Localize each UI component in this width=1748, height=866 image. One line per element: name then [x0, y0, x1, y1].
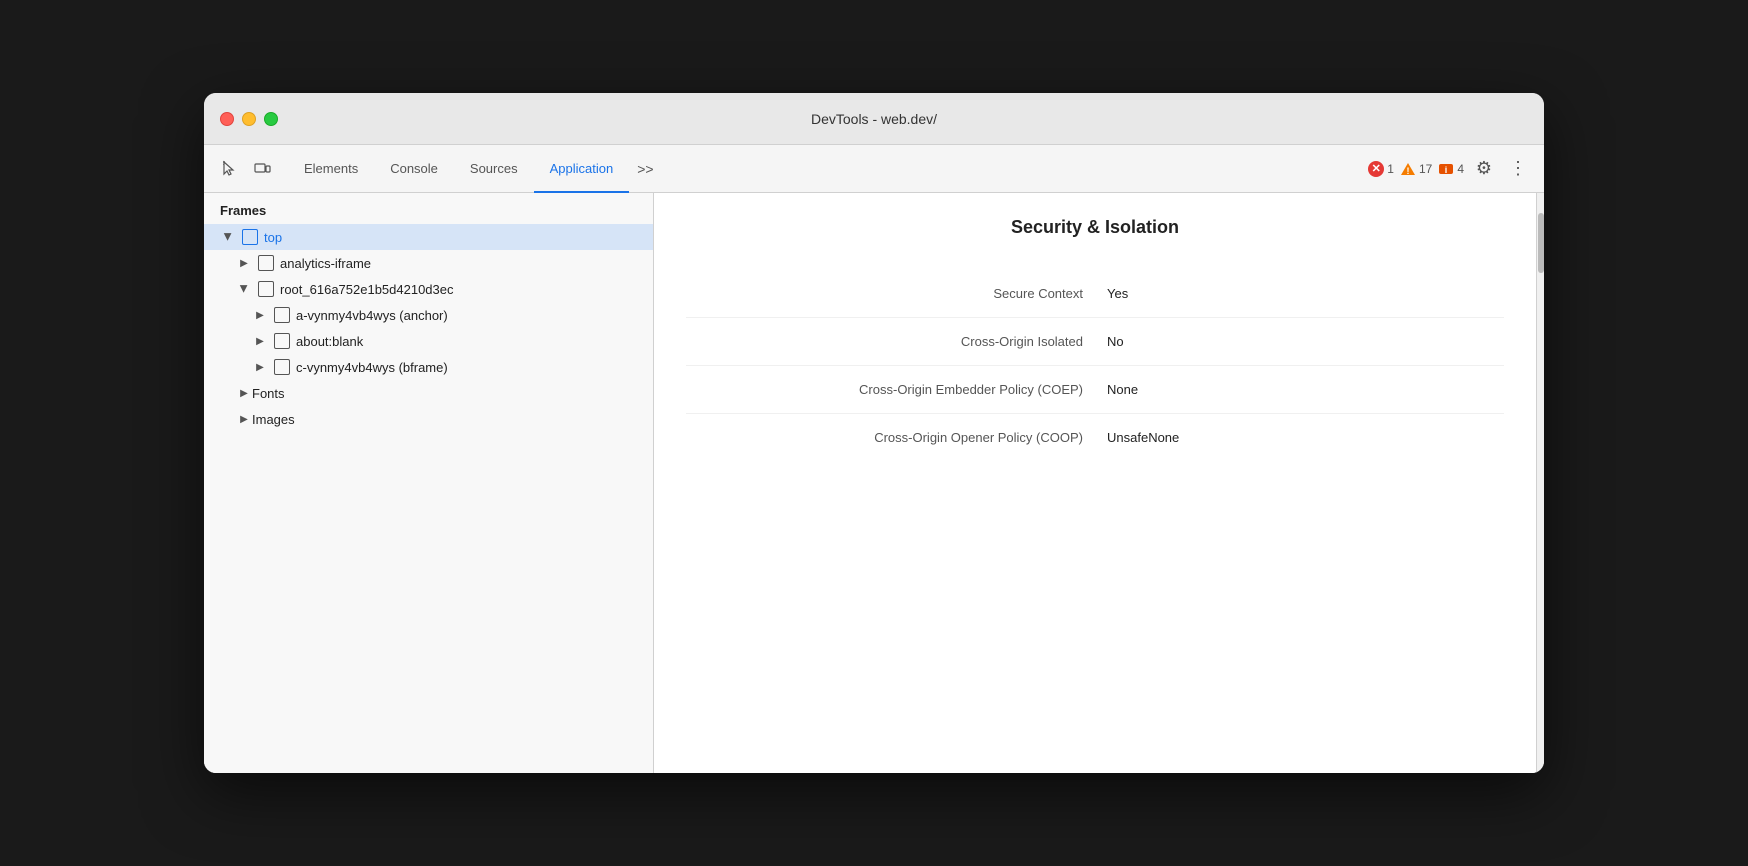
arrow-collapsed-icon: ▶	[236, 411, 252, 427]
error-badge[interactable]: ✕ 1	[1368, 161, 1394, 177]
sidebar-item-label: Images	[252, 412, 645, 427]
frame-icon	[274, 333, 290, 349]
toolbar-right: ✕ 1 ! 17 i 4 ⚙ ⋮	[1368, 155, 1532, 183]
arrow-collapsed-icon: ▶	[252, 307, 268, 323]
arrow-collapsed-icon: ▶	[252, 333, 268, 349]
sidebar-item-top[interactable]: ▶ top	[204, 224, 653, 250]
settings-button[interactable]: ⚙	[1470, 155, 1498, 183]
sidebar-item-fonts[interactable]: ▶ Fonts	[204, 380, 653, 406]
sidebar-item-label: top	[264, 230, 645, 245]
toolbar-icons	[216, 155, 276, 183]
warning-icon: !	[1400, 161, 1416, 177]
detail-scrollbar[interactable]	[1536, 193, 1544, 773]
arrow-collapsed-icon: ▶	[236, 385, 252, 401]
maximize-button[interactable]	[264, 112, 278, 126]
info-icon: i	[1438, 161, 1454, 177]
toolbar: Elements Console Sources Application >> …	[204, 145, 1544, 193]
sidebar-item-label: a-vynmy4vb4wys (anchor)	[296, 308, 645, 323]
sidebar-item-c-vynmy[interactable]: ▶ c-vynmy4vb4wys (bframe)	[204, 354, 653, 380]
detail-label-cross-origin-isolated: Cross-Origin Isolated	[686, 334, 1107, 349]
detail-row-secure-context: Secure Context Yes	[686, 270, 1504, 318]
detail-label-secure-context: Secure Context	[686, 286, 1107, 301]
detail-value-coop: UnsafeNone	[1107, 430, 1504, 445]
sidebar-item-label: analytics-iframe	[280, 256, 645, 271]
more-options-button[interactable]: ⋮	[1504, 155, 1532, 183]
svg-text:i: i	[1445, 165, 1448, 175]
tab-application[interactable]: Application	[534, 145, 630, 193]
detail-row-coop: Cross-Origin Opener Policy (COOP) Unsafe…	[686, 414, 1504, 461]
sidebar-item-root-frame[interactable]: ▶ root_616a752e1b5d4210d3ec	[204, 276, 653, 302]
detail-value-cross-origin-isolated: No	[1107, 334, 1504, 349]
window-title: DevTools - web.dev/	[811, 111, 937, 127]
minimize-button[interactable]	[242, 112, 256, 126]
sidebar-item-images[interactable]: ▶ Images	[204, 406, 653, 432]
sidebar-section-frames: Frames	[204, 193, 653, 224]
frame-icon	[242, 229, 258, 245]
error-icon: ✕	[1368, 161, 1384, 177]
tab-elements[interactable]: Elements	[288, 145, 374, 193]
arrow-expanded-icon: ▶	[236, 281, 252, 297]
arrow-collapsed-icon: ▶	[252, 359, 268, 375]
frame-icon	[274, 359, 290, 375]
svg-text:!: !	[1406, 166, 1409, 176]
detail-panel: Security & Isolation Secure Context Yes …	[654, 193, 1536, 773]
detail-row-coep: Cross-Origin Embedder Policy (COEP) None	[686, 366, 1504, 414]
detail-title: Security & Isolation	[686, 217, 1504, 238]
sidebar-item-label: Fonts	[252, 386, 645, 401]
detail-row-cross-origin-isolated: Cross-Origin Isolated No	[686, 318, 1504, 366]
frame-icon	[258, 255, 274, 271]
arrow-collapsed-icon: ▶	[236, 255, 252, 271]
frame-icon	[258, 281, 274, 297]
info-badge[interactable]: i 4	[1438, 161, 1464, 177]
close-button[interactable]	[220, 112, 234, 126]
sidebar-item-label: root_616a752e1b5d4210d3ec	[280, 282, 645, 297]
main-content: Frames ▶ top ▶ analytics-iframe ▶ root_6…	[204, 193, 1544, 773]
sidebar-item-a-vynmy[interactable]: ▶ a-vynmy4vb4wys (anchor)	[204, 302, 653, 328]
tab-bar: Elements Console Sources Application >>	[288, 145, 1364, 193]
sidebar-item-about-blank[interactable]: ▶ about:blank	[204, 328, 653, 354]
devtools-window: DevTools - web.dev/	[204, 93, 1544, 773]
arrow-expanded-icon: ▶	[220, 229, 236, 245]
sidebar-item-label: c-vynmy4vb4wys (bframe)	[296, 360, 645, 375]
cursor-icon-button[interactable]	[216, 155, 244, 183]
warning-badge[interactable]: ! 17	[1400, 161, 1432, 177]
detail-value-coep: None	[1107, 382, 1504, 397]
tab-console[interactable]: Console	[374, 145, 454, 193]
title-bar: DevTools - web.dev/	[204, 93, 1544, 145]
frame-icon	[274, 307, 290, 323]
scrollbar-thumb	[1538, 213, 1544, 273]
detail-label-coep: Cross-Origin Embedder Policy (COEP)	[686, 382, 1107, 397]
detail-label-coop: Cross-Origin Opener Policy (COOP)	[686, 430, 1107, 445]
tab-overflow-button[interactable]: >>	[629, 145, 661, 193]
tab-sources[interactable]: Sources	[454, 145, 534, 193]
device-mode-button[interactable]	[248, 155, 276, 183]
traffic-lights	[220, 112, 278, 126]
sidebar-item-analytics-iframe[interactable]: ▶ analytics-iframe	[204, 250, 653, 276]
detail-value-secure-context: Yes	[1107, 286, 1504, 301]
sidebar-item-label: about:blank	[296, 334, 645, 349]
sidebar: Frames ▶ top ▶ analytics-iframe ▶ root_6…	[204, 193, 654, 773]
